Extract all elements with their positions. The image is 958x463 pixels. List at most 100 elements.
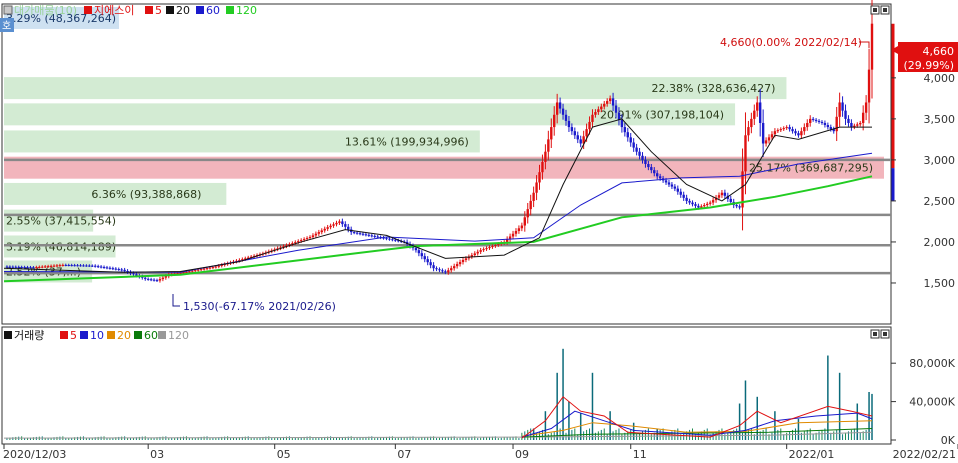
candle-body xyxy=(429,262,432,266)
candle-body xyxy=(688,200,691,203)
candle-body xyxy=(629,137,632,143)
candle-body xyxy=(426,259,429,263)
candle-body xyxy=(452,266,456,269)
candle-body xyxy=(179,272,182,274)
candle-body xyxy=(770,134,774,138)
candle-body xyxy=(361,233,365,235)
candle-body xyxy=(120,269,123,271)
x-tick-label: 09 xyxy=(515,448,529,461)
candle-body xyxy=(644,159,647,164)
candle-body xyxy=(479,250,482,252)
candle-body xyxy=(664,180,668,183)
candle-body xyxy=(600,106,603,110)
candle-body xyxy=(432,265,435,269)
candle-body xyxy=(46,266,50,268)
candle-body xyxy=(573,131,577,136)
candle-body xyxy=(14,266,17,268)
candle-body xyxy=(564,114,568,121)
candle-body xyxy=(570,127,574,132)
candle-body xyxy=(682,194,685,198)
legend-ma5-label: 5 xyxy=(155,4,162,17)
candle-body xyxy=(26,267,29,269)
candle-body xyxy=(647,164,650,168)
candle-body xyxy=(29,267,32,269)
candle-body xyxy=(691,202,694,205)
price-legend: 대가매물(10) 지에스이 5 20 60 120 xyxy=(3,4,257,17)
candle-body xyxy=(311,235,315,238)
vol-swatch-ma120 xyxy=(158,331,166,339)
candle-body xyxy=(70,265,73,267)
candle-body xyxy=(744,135,747,172)
candle-body xyxy=(632,142,635,148)
candle-body xyxy=(43,266,47,268)
candle-body xyxy=(720,192,724,196)
candle-body xyxy=(788,127,791,130)
candle-body xyxy=(485,248,488,250)
candle-body xyxy=(41,266,44,268)
candle-body xyxy=(550,127,553,140)
candle-body xyxy=(302,239,306,241)
candle-body xyxy=(376,236,379,238)
candle-body xyxy=(820,121,824,123)
candle-body xyxy=(17,266,20,268)
x-tick-label: 2022/02/21 xyxy=(893,448,956,461)
candle-body xyxy=(352,232,356,234)
candle-body xyxy=(482,249,485,251)
vol-swatch-ma20 xyxy=(107,331,115,339)
candle-body xyxy=(146,278,150,280)
candle-body xyxy=(188,271,191,273)
candle-body xyxy=(785,127,788,129)
maximize-glyph xyxy=(883,332,887,336)
candle-body xyxy=(756,102,759,111)
candle-body xyxy=(597,109,600,113)
candle-body xyxy=(717,195,721,198)
candle-body xyxy=(694,204,697,206)
candle-body xyxy=(99,266,103,268)
side-icon-label: 호 xyxy=(2,20,11,32)
maximize-glyph xyxy=(883,8,887,12)
candle-body xyxy=(538,172,541,183)
minimize-glyph xyxy=(873,332,877,336)
max-price-annotation: 4,660(0.00% 2022/02/14) xyxy=(720,36,862,49)
candle-body xyxy=(64,264,67,266)
vol-ma10-label: 10 xyxy=(90,329,104,342)
candle-body xyxy=(723,192,727,196)
candle-body xyxy=(202,268,206,270)
candle-body xyxy=(667,182,671,185)
volume-tick-label: 40,000K xyxy=(909,396,955,409)
candle-body xyxy=(320,230,323,233)
candle-body xyxy=(423,256,426,260)
candle-body xyxy=(299,240,303,242)
price-tick-label: 3,500 xyxy=(924,113,956,126)
stock-chart: 3.29% (48,367,264)22.38% (328,636,427)20… xyxy=(0,0,958,461)
candle-body xyxy=(58,265,62,267)
candle-body xyxy=(867,69,871,103)
candle-body xyxy=(653,170,656,174)
legend-toggle-icon[interactable] xyxy=(3,5,13,15)
candle-body xyxy=(703,205,706,207)
candle-body xyxy=(673,186,677,189)
volume-legend-icon[interactable] xyxy=(4,331,12,339)
legend-swatch-stock xyxy=(84,6,92,14)
candle-body xyxy=(541,161,544,173)
candle-body xyxy=(811,118,815,120)
candle-body xyxy=(461,260,465,263)
candle-body xyxy=(838,102,841,117)
candle-body xyxy=(217,265,220,267)
candle-body xyxy=(588,121,591,130)
candle-body xyxy=(196,269,200,271)
candle-body xyxy=(523,217,526,226)
candle-body xyxy=(638,151,641,156)
candle-body xyxy=(603,103,606,107)
candle-body xyxy=(850,122,853,128)
candle-body xyxy=(144,277,147,279)
candle-body xyxy=(35,267,38,269)
candle-body xyxy=(88,265,91,267)
last-price-value: 4,660 xyxy=(923,45,955,58)
candle-body xyxy=(79,265,82,267)
candle-body xyxy=(626,132,629,138)
volume-tick-label: 0K xyxy=(941,434,956,447)
candle-body xyxy=(738,206,741,208)
legend-ma60-label: 60 xyxy=(206,4,220,17)
candle-body xyxy=(758,102,762,123)
